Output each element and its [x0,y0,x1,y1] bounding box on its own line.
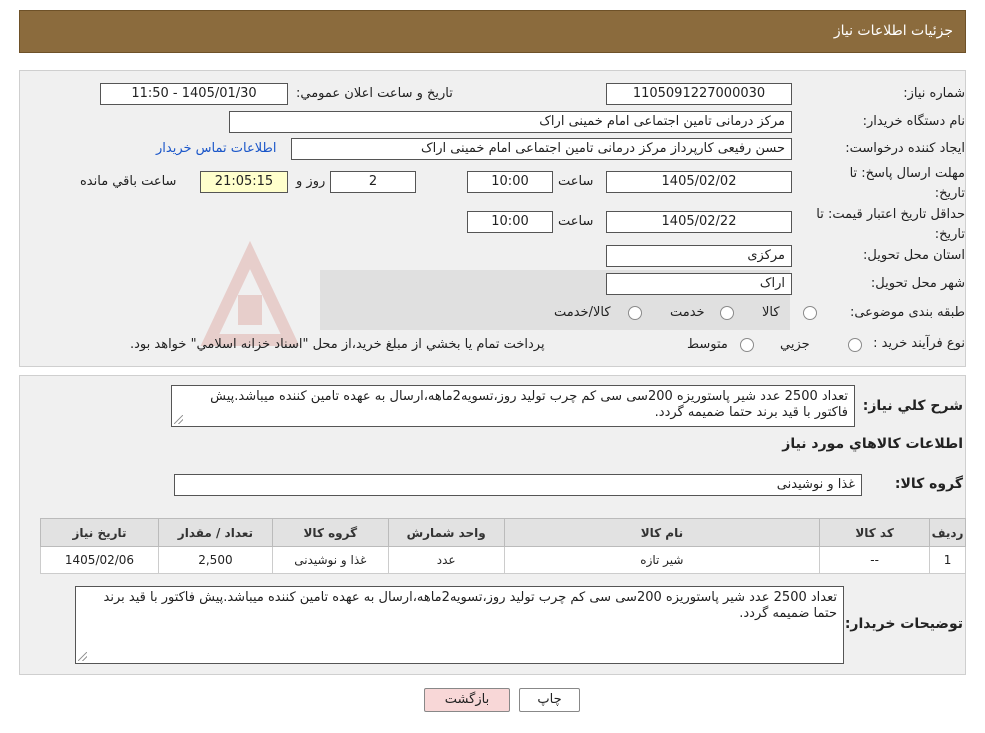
summary-text: تعداد 2500 عدد شیر پاستوریزه 200سی سی کم… [210,389,848,420]
validity-time-label: ساعت [558,214,594,229]
province-field: مرکزی [606,245,792,267]
page-header: جزئیات اطلاعات نیاز [19,10,966,53]
process-note: پرداخت تمام يا بخشي از مبلغ خريد،از محل … [130,337,545,352]
page-title: جزئیات اطلاعات نیاز [833,23,953,39]
validity-date-field: 1405/02/22 [606,211,792,233]
buyer-notes-label: توضيحات خريدار: [844,616,963,632]
buyer-org-field: مرکز درمانی تامین اجتماعی امام خمینی ارا… [229,111,792,133]
process-medium-label: متوسط [687,337,728,352]
goods-table-header: رديف كد كالا نام كالا واحد شمارش گروه كا… [40,518,966,547]
resize-grip-icon[interactable] [78,652,87,661]
buyer-org-label: نام دستگاه خريدار: [862,114,965,129]
process-type-label: نوع فرآيند خريد : [873,336,965,351]
col-name-header: نام كالا [503,518,821,547]
announce-datetime-label: تاریخ و ساعت اعلان عمومي: [296,86,453,101]
city-field: اراک [606,273,792,295]
announce-datetime-field: 1405/01/30 - 11:50 [100,83,288,105]
validity-time-field: 10:00 [467,211,553,233]
deadline-date-field: 1405/02/02 [606,171,792,193]
buyer-contact-link[interactable]: اطلاعات تماس خريدار [156,141,276,156]
city-label: شهر محل تحويل: [870,276,965,291]
summary-textarea[interactable]: تعداد 2500 عدد شیر پاستوریزه 200سی سی کم… [171,385,855,427]
deadline-time-label: ساعت [558,174,594,189]
cell-qty: 2,500 [157,546,273,574]
table-row: 1 -- شیر تازه عدد غذا و نوشیدنی 2,500 14… [40,546,966,574]
cell-code: -- [819,546,931,574]
process-minor-label: جزيي [780,337,810,352]
price-validity-label: حداقل تاريخ اعتبار قيمت: تا تاريخ: [816,207,965,242]
summary-label: شرح كلي نياز: [862,398,963,414]
goods-table: رديف كد كالا نام كالا واحد شمارش گروه كا… [40,518,966,574]
goods-group-field: غذا و نوشیدنی [174,474,862,496]
deadline-label: مهلت ارسال پاسخ: تا تاريخ: [849,166,965,201]
remaining-time-field: 21:05:15 [200,171,288,193]
cell-unit: عدد [387,546,505,574]
category-service-radio[interactable] [720,306,734,320]
category-goods-radio[interactable] [803,306,817,320]
goods-group-label: گروه كالا: [894,476,963,492]
category-label: طبقه بندی موضوعی: [849,305,965,320]
cell-row: 1 [929,546,966,574]
print-button[interactable]: چاپ [519,688,580,712]
need-number-label: شماره نیاز: [903,86,965,101]
cell-name: شیر تازه [503,546,821,574]
creator-field: حسن رفیعی کارپرداز مرکز درمانی تامین اجت… [291,138,792,160]
col-group-header: گروه كالا [271,518,389,547]
category-goods-service-label: کالا/خدمت [554,305,611,320]
process-minor-radio[interactable] [848,338,862,352]
remaining-time-label: ساعت باقي مانده [80,174,177,189]
buyer-notes-textarea[interactable]: تعداد 2500 عدد شیر پاستوریزه 200سی سی کم… [75,586,844,664]
col-unit-header: واحد شمارش [387,518,505,547]
category-goods-service-radio[interactable] [628,306,642,320]
province-label: استان محل تحويل: [863,248,965,263]
deadline-time-field: 10:00 [467,171,553,193]
creator-label: ايجاد كننده درخواست: [845,141,965,156]
col-row-header: رديف [929,518,966,547]
col-date-header: تاريخ نياز [40,518,159,547]
goods-info-title: اطلاعات كالاهاي مورد نياز [782,436,963,452]
days-remaining-field: 2 [330,171,416,193]
process-medium-radio[interactable] [740,338,754,352]
cell-date: 1405/02/06 [40,546,159,574]
resize-grip-icon[interactable] [174,415,183,424]
col-code-header: كد كالا [819,518,931,547]
cell-group: غذا و نوشیدنی [271,546,389,574]
buyer-notes-text: تعداد 2500 عدد شیر پاستوریزه 200سی سی کم… [103,590,837,621]
days-label: روز و [296,174,326,189]
col-qty-header: تعداد / مقدار [157,518,273,547]
back-button[interactable]: بازگشت [424,688,510,712]
need-number-field: 1105091227000030 [606,83,792,105]
category-service-label: خدمت [670,305,705,320]
category-goods-label: کالا [762,305,780,320]
